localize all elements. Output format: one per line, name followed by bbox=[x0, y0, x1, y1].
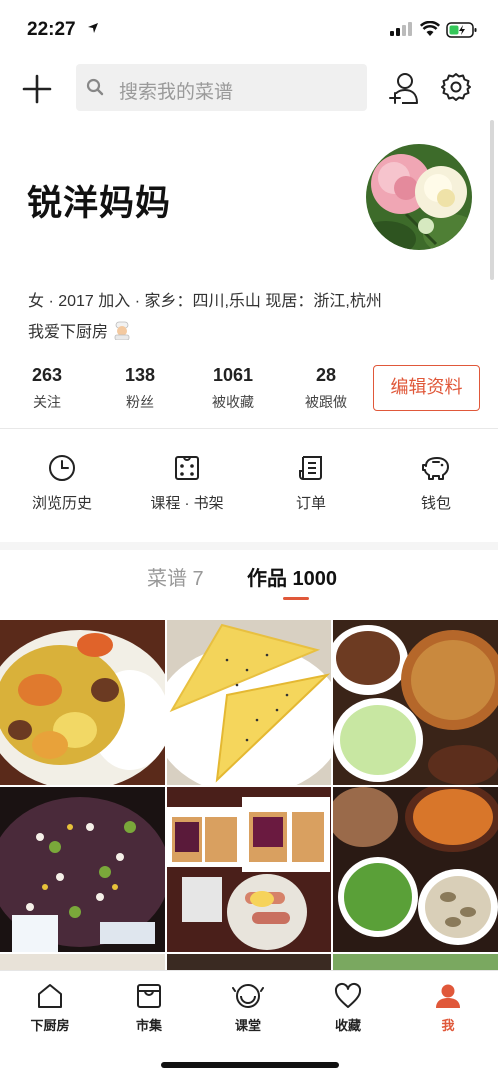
search-icon bbox=[86, 78, 104, 96]
work-photo[interactable] bbox=[167, 787, 331, 952]
stat-cooked-by-others[interactable]: 28 被跟做 bbox=[281, 365, 371, 412]
quick-action-courses[interactable]: 课程 · 书架 bbox=[137, 454, 237, 513]
stat-collected[interactable]: 1061 被收藏 bbox=[188, 365, 278, 412]
work-photo[interactable] bbox=[167, 954, 331, 970]
search-input[interactable]: 搜索我的菜谱 bbox=[76, 64, 367, 111]
work-photo[interactable] bbox=[333, 954, 498, 970]
tab-recipes[interactable]: 菜谱 7 bbox=[147, 562, 204, 591]
nav-label: 收藏 bbox=[334, 1018, 361, 1033]
cellular-signal-icon bbox=[390, 22, 412, 36]
search-placeholder: 搜索我的菜谱 bbox=[119, 82, 234, 103]
home-indicator bbox=[161, 1062, 339, 1068]
stat-label: 粉丝 bbox=[126, 394, 154, 410]
divider bbox=[0, 428, 498, 429]
nav-label: 下厨房 bbox=[30, 1018, 70, 1033]
dice-icon bbox=[175, 456, 199, 480]
quick-action-orders[interactable]: 订单 bbox=[261, 454, 361, 513]
chef-emoji-icon bbox=[114, 321, 130, 340]
stat-label: 被收藏 bbox=[212, 394, 254, 410]
plus-icon[interactable] bbox=[22, 74, 52, 104]
top-bar: 搜索我的菜谱 bbox=[0, 62, 498, 114]
quick-action-history[interactable]: 浏览历史 bbox=[12, 454, 112, 513]
stat-followers[interactable]: 138 粉丝 bbox=[95, 365, 185, 412]
location-arrow-icon bbox=[88, 23, 98, 33]
nav-me[interactable]: 我 bbox=[408, 981, 488, 1034]
house-icon bbox=[38, 984, 62, 1008]
gear-icon[interactable] bbox=[441, 72, 471, 102]
person-icon bbox=[436, 984, 460, 1008]
quick-action-label: 钱包 bbox=[420, 495, 451, 512]
section-separator bbox=[0, 542, 498, 550]
edit-profile-button[interactable]: 编辑资料 bbox=[373, 365, 480, 411]
classroom-icon bbox=[232, 984, 264, 1008]
stat-value: 138 bbox=[124, 365, 156, 385]
battery-icon bbox=[446, 22, 477, 38]
bio: 我爱下厨房 bbox=[28, 318, 132, 342]
nav-label: 课堂 bbox=[234, 1018, 261, 1033]
work-photo[interactable] bbox=[0, 787, 165, 952]
work-photo[interactable] bbox=[0, 954, 165, 970]
nav-classroom[interactable]: 课堂 bbox=[208, 981, 288, 1034]
avatar[interactable] bbox=[366, 144, 472, 250]
nav-label: 我 bbox=[441, 1018, 455, 1033]
status-time: 22:27 bbox=[27, 19, 76, 40]
nav-market[interactable]: 市集 bbox=[109, 981, 189, 1034]
heart-icon bbox=[334, 982, 362, 1008]
quick-action-label: 浏览历史 bbox=[31, 495, 92, 512]
piggy-bank-icon bbox=[422, 457, 449, 480]
tab-works[interactable]: 作品 1000 bbox=[247, 562, 337, 591]
quick-action-label: 课程 · 书架 bbox=[150, 495, 224, 512]
document-icon bbox=[299, 456, 322, 481]
tab-active-indicator bbox=[283, 597, 309, 600]
add-friend-icon[interactable] bbox=[388, 71, 420, 105]
stat-value: 28 bbox=[315, 365, 337, 385]
stat-value: 1061 bbox=[212, 365, 254, 385]
username: 锐洋妈妈 bbox=[27, 184, 172, 223]
work-photo[interactable] bbox=[333, 620, 498, 785]
nav-home[interactable]: 下厨房 bbox=[10, 981, 90, 1034]
quick-action-wallet[interactable]: 钱包 bbox=[386, 454, 486, 513]
stat-following[interactable]: 263 关注 bbox=[2, 365, 92, 412]
work-photo[interactable] bbox=[333, 787, 498, 952]
clock-icon bbox=[49, 455, 75, 481]
quick-action-label: 订单 bbox=[295, 495, 326, 512]
works-photo-grid bbox=[0, 620, 498, 970]
profile-info: 女 · 2017 加入 · 家乡：四川,乐山 现居：浙江,杭州 bbox=[28, 293, 382, 310]
bio-text: 我爱下厨房 bbox=[28, 324, 109, 341]
stat-label: 被跟做 bbox=[305, 394, 347, 410]
market-icon bbox=[137, 984, 161, 1008]
work-photo[interactable] bbox=[0, 620, 165, 785]
scroll-indicator[interactable] bbox=[490, 120, 494, 280]
stat-label: 关注 bbox=[33, 394, 61, 410]
stat-value: 263 bbox=[31, 365, 63, 385]
nav-label: 市集 bbox=[135, 1018, 162, 1033]
wifi-icon bbox=[420, 21, 440, 36]
nav-favorites[interactable]: 收藏 bbox=[308, 981, 388, 1034]
work-photo[interactable] bbox=[167, 620, 331, 785]
status-bar: 22:27 bbox=[0, 0, 498, 60]
